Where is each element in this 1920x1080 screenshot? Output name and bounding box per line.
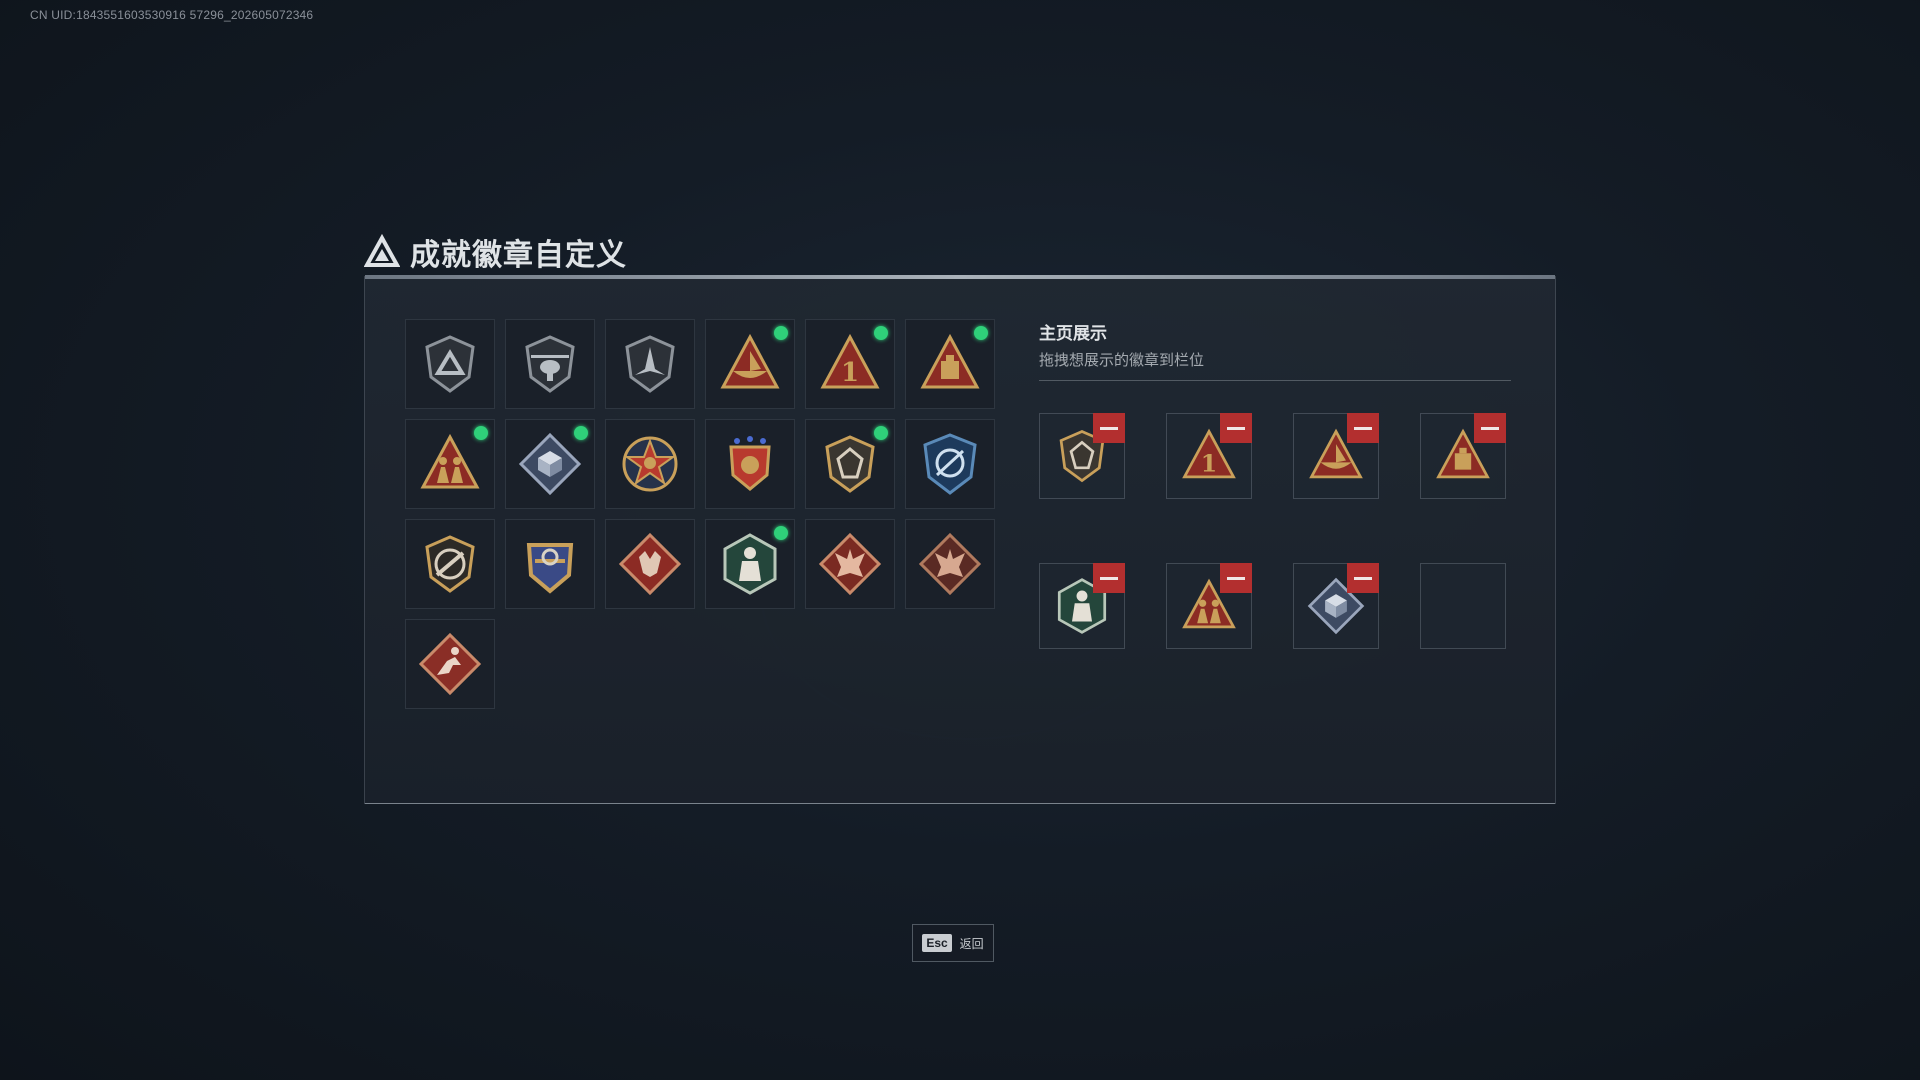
minus-icon <box>1227 426 1245 430</box>
homepage-showcase: 主页展示 拖拽想展示的徽章到栏位 1 <box>1039 319 1511 649</box>
back-button[interactable]: Esc 返回 <box>912 924 994 962</box>
badge-slot[interactable] <box>705 519 795 609</box>
gold-crest-badge-icon <box>526 543 574 594</box>
new-indicator-dot <box>874 326 888 340</box>
remove-badge-button[interactable] <box>1474 413 1506 443</box>
page-title: 成就徽章自定义 <box>410 239 627 272</box>
dragon-dark-badge-icon <box>918 532 982 596</box>
rifle-shield-badge-icon <box>425 535 475 593</box>
jet-shield-badge-icon <box>625 335 675 393</box>
svg-text:1: 1 <box>841 358 859 388</box>
badge-slot[interactable] <box>705 419 795 509</box>
new-indicator-dot <box>974 326 988 340</box>
title-row: 成就徽章自定义 <box>364 232 627 272</box>
remove-badge-button[interactable] <box>1347 563 1379 593</box>
diamond-cube-badge-icon <box>518 432 582 496</box>
badge-slot[interactable] <box>405 319 495 409</box>
blue-target-shield-badge-icon <box>923 433 977 495</box>
remove-badge-button[interactable] <box>1093 563 1125 593</box>
badge-slot[interactable] <box>505 419 595 509</box>
badge-slot[interactable] <box>405 519 495 609</box>
back-label: 返回 <box>959 936 984 951</box>
svg-text:1: 1 <box>1201 449 1217 477</box>
showcase-title: 主页展示 <box>1039 324 1107 343</box>
number-one-triangle-badge-icon: 1 <box>820 333 880 389</box>
badge-slot[interactable] <box>605 519 695 609</box>
showcase-slot-empty[interactable] <box>1420 563 1506 649</box>
delta-shield-badge-icon <box>425 335 475 393</box>
boat-triangle-badge-icon <box>720 333 780 389</box>
badge-slot[interactable] <box>905 319 995 409</box>
crest-stars-badge-icon <box>729 436 771 491</box>
badge-slot[interactable] <box>805 519 895 609</box>
remove-badge-button[interactable] <box>1347 413 1379 443</box>
showcase-slot[interactable] <box>1293 563 1379 649</box>
panel-bottom-border <box>365 803 1555 804</box>
remove-badge-button[interactable] <box>1220 413 1252 443</box>
badge-panel: 1 主页展示 拖拽想展示的徽章到栏位 1 <box>364 275 1556 804</box>
badge-slot[interactable] <box>905 519 995 609</box>
panel-top-border <box>365 275 1555 279</box>
star-medal-badge-icon <box>622 436 678 492</box>
runner-diamond-badge-icon <box>418 632 482 696</box>
badge-slot[interactable]: 1 <box>805 319 895 409</box>
showcase-subtitle: 拖拽想展示的徽章到栏位 <box>1039 352 1205 369</box>
badge-slot[interactable] <box>605 319 695 409</box>
showcase-slots: 1 <box>1039 413 1511 649</box>
new-indicator-dot <box>774 326 788 340</box>
badge-slot[interactable] <box>605 419 695 509</box>
crate-triangle-badge-icon <box>920 333 980 389</box>
remove-badge-button[interactable] <box>1220 563 1252 593</box>
badge-slot[interactable] <box>905 419 995 509</box>
badge-slot[interactable] <box>705 319 795 409</box>
new-indicator-dot <box>874 426 888 440</box>
showcase-slot[interactable] <box>1166 563 1252 649</box>
badge-slot[interactable] <box>505 519 595 609</box>
minus-icon <box>1354 426 1372 430</box>
new-indicator-dot <box>474 426 488 440</box>
showcase-slot[interactable] <box>1293 413 1379 499</box>
fighter-hexagon-badge-icon <box>723 533 777 595</box>
helicopter-badge-icon <box>525 335 575 393</box>
badge-grid: 1 <box>405 319 995 709</box>
new-indicator-dot <box>574 426 588 440</box>
new-indicator-dot <box>774 526 788 540</box>
minus-icon <box>1100 576 1118 580</box>
dragon-red-badge-icon <box>818 532 882 596</box>
soldiers-triangle-badge-icon <box>420 433 480 489</box>
showcase-slot[interactable] <box>1039 563 1125 649</box>
uid-label: CN UID:1843551603530916 57296_2026050723… <box>30 8 314 22</box>
minus-icon <box>1100 426 1118 430</box>
badge-slot[interactable] <box>405 619 495 709</box>
minus-icon <box>1481 426 1499 430</box>
badge-slot[interactable] <box>505 319 595 409</box>
minus-icon <box>1227 576 1245 580</box>
showcase-slot[interactable] <box>1039 413 1125 499</box>
delta-logo-icon <box>364 234 400 267</box>
badge-slot[interactable] <box>805 419 895 509</box>
badge-slot[interactable] <box>405 419 495 509</box>
showcase-slot[interactable] <box>1420 413 1506 499</box>
esc-key-icon: Esc <box>922 934 952 952</box>
remove-badge-button[interactable] <box>1093 413 1125 443</box>
gem-shield-badge-icon <box>825 435 875 493</box>
wolf-diamond-badge-icon <box>618 532 682 596</box>
showcase-slot[interactable]: 1 <box>1166 413 1252 499</box>
minus-icon <box>1354 576 1372 580</box>
showcase-divider <box>1039 380 1511 381</box>
